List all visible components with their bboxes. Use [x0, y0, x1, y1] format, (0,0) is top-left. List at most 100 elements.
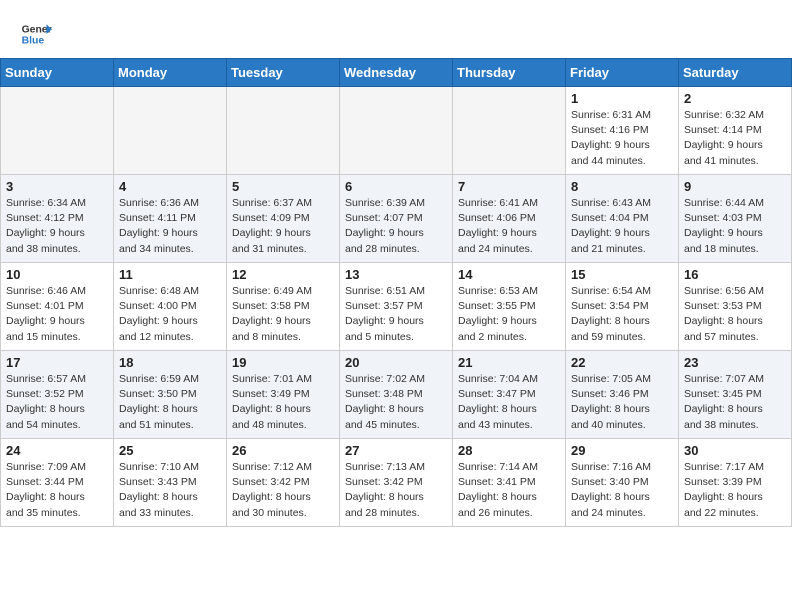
calendar-cell: 17 Sunrise: 6:57 AM Sunset: 3:52 PM Dayli…	[1, 351, 114, 439]
day-number: 15	[571, 267, 673, 282]
day-info: Sunrise: 6:57 AM Sunset: 3:52 PM Dayligh…	[6, 372, 108, 433]
week-row-1: 1Sunrise: 6:31 AM Sunset: 4:16 PM Daylig…	[1, 87, 792, 175]
day-info: Sunrise: 7:02 AM Sunset: 3:48 PM Dayligh…	[345, 372, 447, 433]
day-number: 26	[232, 443, 334, 458]
day-info: Sunrise: 7:09 AM Sunset: 3:44 PM Dayligh…	[6, 460, 108, 521]
week-row-4: 17 Sunrise: 6:57 AM Sunset: 3:52 PM Dayli…	[1, 351, 792, 439]
calendar-cell: 7 Sunrise: 6:41 AM Sunset: 4:06 PM Daylig…	[453, 175, 566, 263]
weekday-header-friday: Friday	[566, 59, 679, 87]
generalblue-logo-icon: General Blue	[20, 18, 52, 50]
calendar-cell: 3 Sunrise: 6:34 AM Sunset: 4:12 PM Daylig…	[1, 175, 114, 263]
day-info: Sunrise: 7:04 AM Sunset: 3:47 PM Dayligh…	[458, 372, 560, 433]
calendar-cell: 6 Sunrise: 6:39 AM Sunset: 4:07 PM Daylig…	[340, 175, 453, 263]
day-number: 18	[119, 355, 221, 370]
day-number: 16	[684, 267, 786, 282]
day-number: 10	[6, 267, 108, 282]
day-info: Sunrise: 6:46 AM Sunset: 4:01 PM Dayligh…	[6, 284, 108, 345]
calendar-cell: 18 Sunrise: 6:59 AM Sunset: 3:50 PM Dayli…	[114, 351, 227, 439]
calendar-cell: 4Sunrise: 6:36 AM Sunset: 4:11 PM Daylig…	[114, 175, 227, 263]
weekday-header-wednesday: Wednesday	[340, 59, 453, 87]
calendar-cell: 10 Sunrise: 6:46 AM Sunset: 4:01 PM Dayli…	[1, 263, 114, 351]
calendar-cell: 16 Sunrise: 6:56 AM Sunset: 3:53 PM Dayli…	[679, 263, 792, 351]
day-info: Sunrise: 7:17 AM Sunset: 3:39 PM Dayligh…	[684, 460, 786, 521]
day-info: Sunrise: 7:07 AM Sunset: 3:45 PM Dayligh…	[684, 372, 786, 433]
calendar-cell: 11 Sunrise: 6:48 AM Sunset: 4:00 PM Dayli…	[114, 263, 227, 351]
day-number: 7	[458, 179, 560, 194]
day-info: Sunrise: 6:34 AM Sunset: 4:12 PM Dayligh…	[6, 196, 108, 257]
weekday-header-sunday: Sunday	[1, 59, 114, 87]
day-number: 24	[6, 443, 108, 458]
calendar-cell: 9 Sunrise: 6:44 AM Sunset: 4:03 PM Daylig…	[679, 175, 792, 263]
day-number: 28	[458, 443, 560, 458]
calendar-cell	[1, 87, 114, 175]
weekday-header-tuesday: Tuesday	[227, 59, 340, 87]
calendar-cell: 20 Sunrise: 7:02 AM Sunset: 3:48 PM Dayli…	[340, 351, 453, 439]
day-info: Sunrise: 6:39 AM Sunset: 4:07 PM Dayligh…	[345, 196, 447, 257]
day-info: Sunrise: 6:36 AM Sunset: 4:11 PM Dayligh…	[119, 196, 221, 257]
day-info: Sunrise: 6:44 AM Sunset: 4:03 PM Dayligh…	[684, 196, 786, 257]
day-info: Sunrise: 6:54 AM Sunset: 3:54 PM Dayligh…	[571, 284, 673, 345]
day-number: 27	[345, 443, 447, 458]
day-number: 17	[6, 355, 108, 370]
calendar-cell: 13 Sunrise: 6:51 AM Sunset: 3:57 PM Dayli…	[340, 263, 453, 351]
calendar-cell: 1Sunrise: 6:31 AM Sunset: 4:16 PM Daylig…	[566, 87, 679, 175]
calendar-cell: 30 Sunrise: 7:17 AM Sunset: 3:39 PM Dayli…	[679, 439, 792, 527]
day-number: 30	[684, 443, 786, 458]
weekday-header-row: SundayMondayTuesdayWednesdayThursdayFrid…	[1, 59, 792, 87]
day-number: 20	[345, 355, 447, 370]
day-info: Sunrise: 7:05 AM Sunset: 3:46 PM Dayligh…	[571, 372, 673, 433]
calendar-cell: 14Sunrise: 6:53 AM Sunset: 3:55 PM Dayli…	[453, 263, 566, 351]
day-number: 5	[232, 179, 334, 194]
day-info: Sunrise: 6:53 AM Sunset: 3:55 PM Dayligh…	[458, 284, 560, 345]
calendar-cell: 24 Sunrise: 7:09 AM Sunset: 3:44 PM Dayli…	[1, 439, 114, 527]
day-info: Sunrise: 6:51 AM Sunset: 3:57 PM Dayligh…	[345, 284, 447, 345]
day-info: Sunrise: 7:01 AM Sunset: 3:49 PM Dayligh…	[232, 372, 334, 433]
day-number: 22	[571, 355, 673, 370]
day-info: Sunrise: 6:41 AM Sunset: 4:06 PM Dayligh…	[458, 196, 560, 257]
day-number: 3	[6, 179, 108, 194]
day-number: 23	[684, 355, 786, 370]
calendar-cell: 28 Sunrise: 7:14 AM Sunset: 3:41 PM Dayli…	[453, 439, 566, 527]
day-info: Sunrise: 6:48 AM Sunset: 4:00 PM Dayligh…	[119, 284, 221, 345]
calendar-cell: 25Sunrise: 7:10 AM Sunset: 3:43 PM Dayli…	[114, 439, 227, 527]
day-info: Sunrise: 6:56 AM Sunset: 3:53 PM Dayligh…	[684, 284, 786, 345]
day-number: 2	[684, 91, 786, 106]
calendar-cell	[227, 87, 340, 175]
weekday-header-saturday: Saturday	[679, 59, 792, 87]
day-number: 12	[232, 267, 334, 282]
day-info: Sunrise: 6:59 AM Sunset: 3:50 PM Dayligh…	[119, 372, 221, 433]
day-info: Sunrise: 6:32 AM Sunset: 4:14 PM Dayligh…	[684, 108, 786, 169]
weekday-header-thursday: Thursday	[453, 59, 566, 87]
day-number: 6	[345, 179, 447, 194]
calendar-cell: 8Sunrise: 6:43 AM Sunset: 4:04 PM Daylig…	[566, 175, 679, 263]
week-row-2: 3 Sunrise: 6:34 AM Sunset: 4:12 PM Daylig…	[1, 175, 792, 263]
calendar-cell	[114, 87, 227, 175]
day-info: Sunrise: 7:16 AM Sunset: 3:40 PM Dayligh…	[571, 460, 673, 521]
day-number: 9	[684, 179, 786, 194]
day-info: Sunrise: 6:49 AM Sunset: 3:58 PM Dayligh…	[232, 284, 334, 345]
calendar-cell: 2 Sunrise: 6:32 AM Sunset: 4:14 PM Daylig…	[679, 87, 792, 175]
day-info: Sunrise: 7:14 AM Sunset: 3:41 PM Dayligh…	[458, 460, 560, 521]
calendar-cell: 23 Sunrise: 7:07 AM Sunset: 3:45 PM Dayli…	[679, 351, 792, 439]
calendar-cell: 26 Sunrise: 7:12 AM Sunset: 3:42 PM Dayli…	[227, 439, 340, 527]
calendar-cell	[453, 87, 566, 175]
day-number: 13	[345, 267, 447, 282]
weekday-header-monday: Monday	[114, 59, 227, 87]
header: General Blue	[0, 0, 792, 58]
calendar-cell: 19 Sunrise: 7:01 AM Sunset: 3:49 PM Dayli…	[227, 351, 340, 439]
svg-text:Blue: Blue	[22, 36, 45, 47]
calendar-cell: 27 Sunrise: 7:13 AM Sunset: 3:42 PM Dayli…	[340, 439, 453, 527]
calendar-cell: 22 Sunrise: 7:05 AM Sunset: 3:46 PM Dayli…	[566, 351, 679, 439]
day-info: Sunrise: 7:13 AM Sunset: 3:42 PM Dayligh…	[345, 460, 447, 521]
calendar-cell: 29 Sunrise: 7:16 AM Sunset: 3:40 PM Dayli…	[566, 439, 679, 527]
page: General Blue SundayMondayTuesdayWednesda…	[0, 0, 792, 527]
day-info: Sunrise: 7:12 AM Sunset: 3:42 PM Dayligh…	[232, 460, 334, 521]
day-number: 29	[571, 443, 673, 458]
day-number: 21	[458, 355, 560, 370]
calendar-cell: 21 Sunrise: 7:04 AM Sunset: 3:47 PM Dayli…	[453, 351, 566, 439]
calendar-table: SundayMondayTuesdayWednesdayThursdayFrid…	[0, 58, 792, 527]
calendar-cell	[340, 87, 453, 175]
day-number: 11	[119, 267, 221, 282]
day-info: Sunrise: 6:37 AM Sunset: 4:09 PM Dayligh…	[232, 196, 334, 257]
day-number: 19	[232, 355, 334, 370]
